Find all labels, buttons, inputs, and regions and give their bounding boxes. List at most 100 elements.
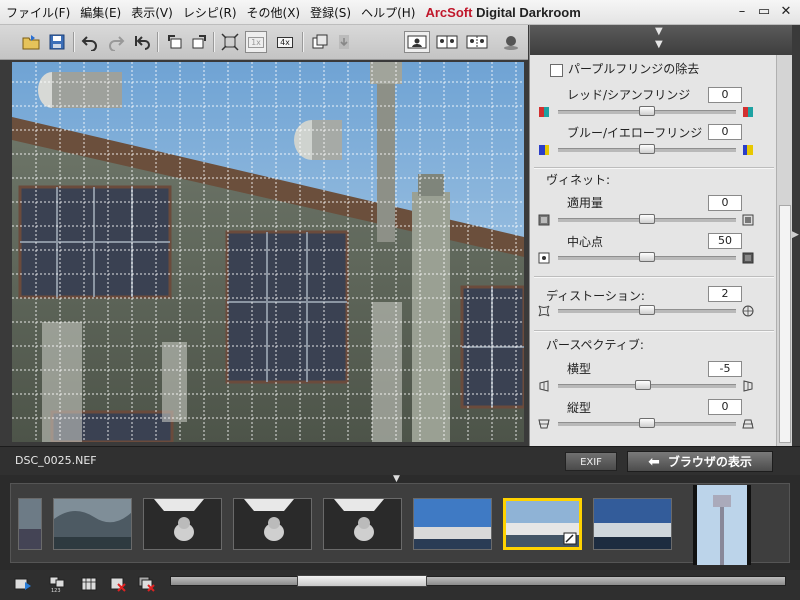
slideshow-icon[interactable]: [12, 574, 34, 594]
distortion-slider-knob[interactable]: [639, 305, 655, 315]
toolbar: 1x 4x: [0, 25, 528, 60]
zoom-4x-button[interactable]: 4x: [274, 31, 296, 53]
color-ball-icon[interactable]: [500, 31, 522, 53]
distortion-label: ディストーション:: [546, 289, 645, 303]
thumbnail-selected[interactable]: [503, 498, 582, 550]
redo-icon[interactable]: [105, 31, 127, 53]
vignette-title: ヴィネット:: [546, 173, 611, 187]
panel-scrollbar-thumb[interactable]: [779, 205, 791, 443]
horizontal-value[interactable]: -5: [708, 361, 742, 377]
vignette-amount-label: 適用量: [567, 196, 604, 210]
thumbnail-size-slider[interactable]: [170, 575, 786, 587]
image-viewer[interactable]: [12, 62, 524, 442]
show-browser-label: ブラウザの表示: [667, 455, 752, 469]
section-divider: [534, 330, 774, 332]
save-icon[interactable]: [46, 31, 68, 53]
rotate-right-icon[interactable]: [189, 31, 211, 53]
purple-fringe-checkbox[interactable]: [550, 64, 563, 77]
brand-arcsoft: ArcSoft: [425, 4, 473, 20]
section-divider: [534, 167, 774, 169]
thumbnail[interactable]: [53, 498, 132, 550]
grid-overlay: [12, 62, 524, 442]
zoom-1x-label: 1x: [248, 36, 264, 48]
vignette-amount-left-icon: [538, 214, 550, 226]
revert-icon[interactable]: [131, 31, 153, 53]
thumbnail-size-slider-thumb[interactable]: [297, 575, 428, 587]
menu-other[interactable]: その他(X): [241, 4, 305, 21]
vignette-amount-slider-knob[interactable]: [639, 214, 655, 224]
delete-icon[interactable]: [107, 574, 129, 594]
thumbnail[interactable]: [413, 498, 492, 550]
app-title: ArcSoft Digital Darkroom: [425, 5, 580, 20]
window-controls: – ▭ ✕: [732, 2, 796, 21]
vertical-label: 縦型: [567, 401, 592, 415]
vignette-center-right-icon: [742, 252, 754, 264]
thumbnail[interactable]: [323, 498, 402, 550]
copy-icon[interactable]: [309, 31, 331, 53]
vertical-value[interactable]: 0: [708, 399, 742, 415]
filmstrip: ▼: [0, 474, 800, 570]
section-divider: [534, 276, 774, 278]
menu-edit[interactable]: 編集(E): [74, 4, 125, 21]
barrel-icon: [742, 305, 754, 317]
panel-scrollbar[interactable]: [776, 55, 792, 446]
red-cyan-label: レッド/シアンフリンジ: [567, 88, 691, 102]
single-view-icon[interactable]: [404, 31, 430, 53]
toolbar-separator: [157, 32, 159, 52]
zoom-1x-button[interactable]: 1x: [245, 31, 267, 53]
horizontal-slider-knob[interactable]: [635, 380, 652, 390]
rotate-left-icon[interactable]: [163, 31, 185, 53]
fit-to-window-icon[interactable]: [219, 31, 241, 53]
thumbnail[interactable]: [593, 498, 672, 550]
vignette-center-slider-knob[interactable]: [639, 252, 655, 262]
export-icon[interactable]: [333, 31, 355, 53]
perspective-left-icon: [539, 380, 549, 392]
red-cyan-slider-knob[interactable]: [639, 106, 655, 116]
distortion-value[interactable]: 2: [708, 286, 742, 302]
blue-yellow-right-icon: [743, 145, 753, 155]
bottom-bar: 123: [0, 570, 800, 600]
undo-icon[interactable]: [79, 31, 101, 53]
thumbnail-view-icon[interactable]: [78, 574, 100, 594]
show-browser-button[interactable]: ⬅ ブラウザの表示: [627, 451, 773, 472]
menu-view[interactable]: 表示(V): [125, 4, 177, 21]
blue-yellow-label: ブルー/イエローフリンジ: [567, 126, 703, 140]
open-folder-icon[interactable]: [20, 31, 42, 53]
close-button[interactable]: ✕: [776, 2, 796, 21]
vignette-center-value[interactable]: 50: [708, 233, 742, 249]
toolbar-separator: [213, 32, 215, 52]
blue-yellow-left-icon: [539, 145, 549, 155]
toolbar-separator: [73, 32, 75, 52]
exif-button[interactable]: EXIF: [565, 452, 617, 471]
menu-help[interactable]: ヘルプ(H): [355, 4, 419, 21]
perspective-right-icon: [743, 380, 753, 392]
menu-file[interactable]: ファイル(F): [0, 4, 74, 21]
thumbnail[interactable]: [18, 498, 42, 550]
split-view-icon[interactable]: [464, 31, 490, 53]
batch-rename-icon[interactable]: 123: [46, 574, 68, 594]
menu-register[interactable]: 登録(S): [304, 4, 355, 21]
zoom-4x-label: 4x: [277, 36, 293, 48]
thumbnail[interactable]: [143, 498, 222, 550]
collapse-up-icon[interactable]: ▼: [655, 26, 663, 37]
remove-from-list-icon[interactable]: [136, 574, 158, 594]
vignette-amount-value[interactable]: 0: [708, 195, 742, 211]
restore-button[interactable]: ▭: [754, 2, 774, 21]
file-name: DSC_0025.NEF: [15, 454, 97, 467]
menu-recipe[interactable]: レシピ(R): [177, 4, 241, 21]
vignette-amount-right-icon: [742, 214, 754, 226]
side-by-side-view-icon[interactable]: [434, 31, 460, 53]
vertical-slider-knob[interactable]: [639, 418, 655, 428]
purple-fringe-label: パープルフリンジの除去: [568, 62, 700, 76]
red-cyan-value[interactable]: 0: [708, 87, 742, 103]
blue-yellow-slider-knob[interactable]: [639, 144, 655, 154]
red-cyan-left-icon: [539, 107, 549, 117]
thumbnail[interactable]: [233, 498, 312, 550]
horizontal-label: 横型: [567, 362, 592, 376]
collapse-down-icon[interactable]: ▼: [655, 39, 663, 50]
pincushion-icon: [538, 305, 550, 317]
expand-panel-icon[interactable]: ▶: [792, 230, 799, 240]
minimize-button[interactable]: –: [732, 2, 752, 21]
thumbnail[interactable]: [693, 485, 751, 565]
blue-yellow-value[interactable]: 0: [708, 124, 742, 140]
